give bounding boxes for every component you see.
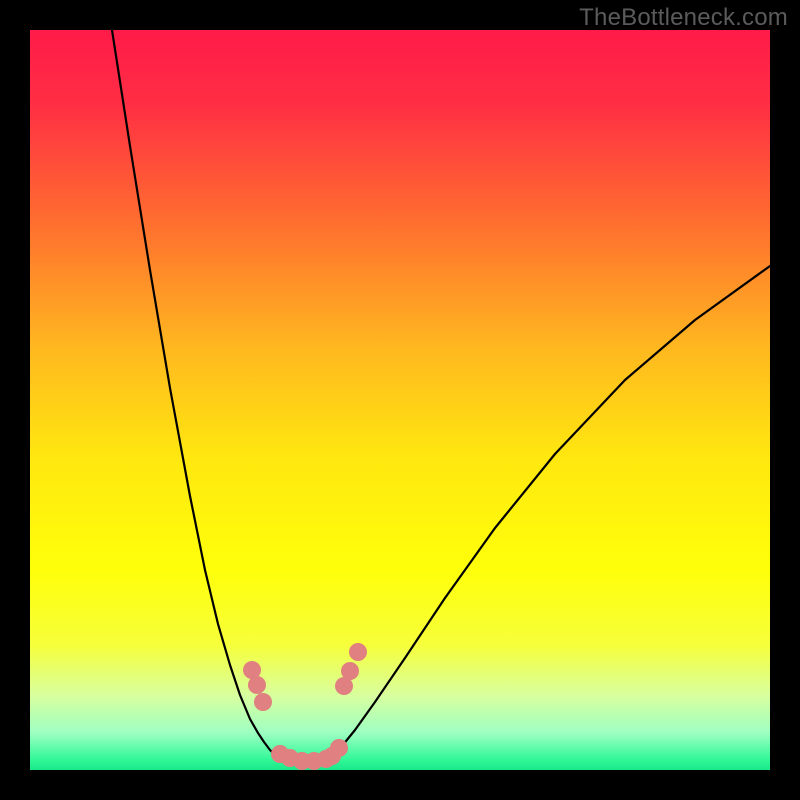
marker-dot bbox=[341, 662, 359, 680]
marker-group bbox=[243, 643, 367, 770]
outer-frame: TheBottleneck.com bbox=[0, 0, 800, 800]
curve-layer bbox=[30, 30, 770, 770]
marker-dot bbox=[248, 676, 266, 694]
watermark-text: TheBottleneck.com bbox=[579, 4, 788, 32]
bottleneck-curve bbox=[112, 30, 770, 762]
plot-area bbox=[30, 30, 770, 770]
marker-dot bbox=[330, 739, 348, 757]
marker-dot bbox=[254, 693, 272, 711]
marker-dot bbox=[349, 643, 367, 661]
